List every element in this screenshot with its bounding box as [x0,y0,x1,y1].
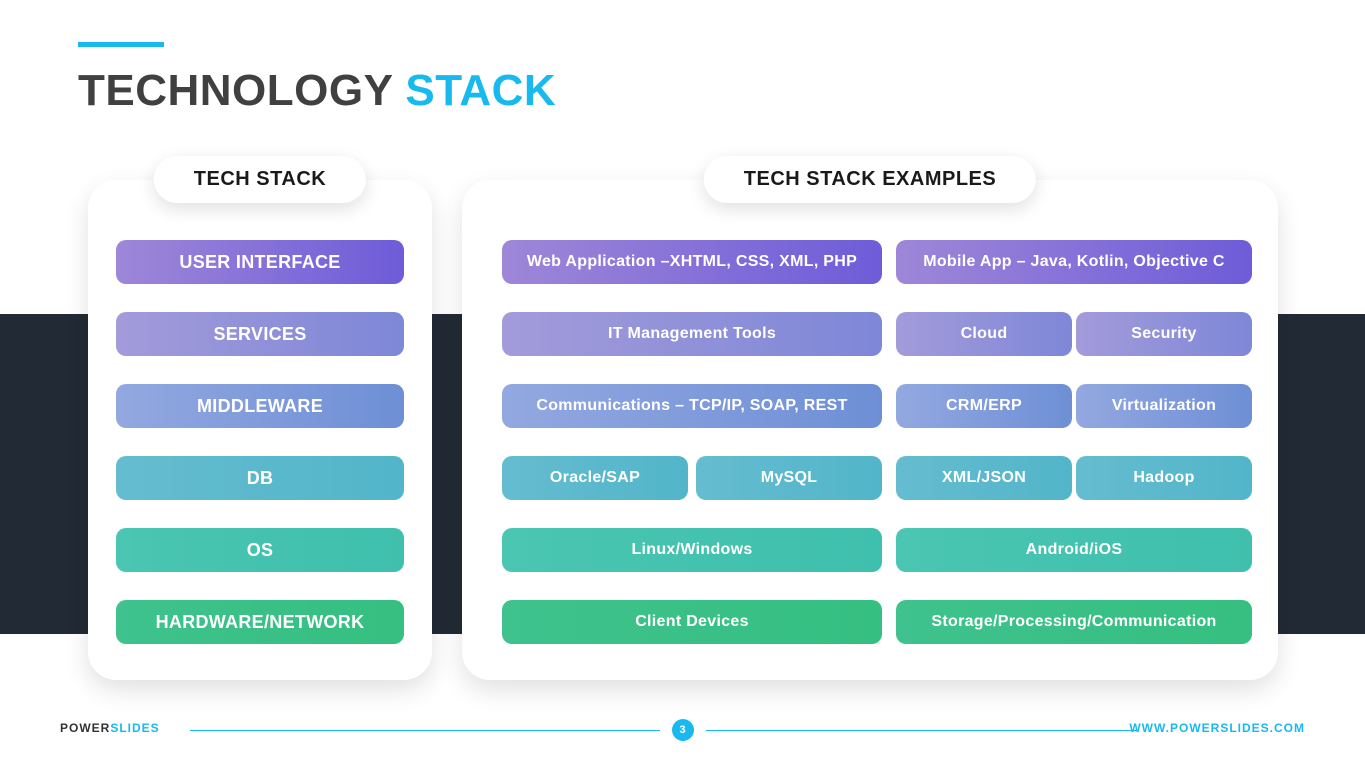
title-accent-bar [78,42,164,47]
example-middleware-crm: CRM/ERP [896,384,1072,428]
title-word-1: TECHNOLOGY [78,66,393,115]
slide-footer: POWERSLIDES 3 WWW.POWERSLIDES.COM [0,715,1365,745]
example-hw-client: Client Devices [502,600,882,644]
stack-layer-middleware: MIDDLEWARE [116,384,404,428]
tech-stack-card: TECH STACK USER INTERFACE SERVICES MIDDL… [88,180,432,680]
example-ui-mobile: Mobile App – Java, Kotlin, Objective C [896,240,1252,284]
slide: TECHNOLOGY STACK TECH STACK USER INTERFA… [0,0,1365,767]
example-os-android: Android/iOS [896,528,1252,572]
example-middleware-virt: Virtualization [1076,384,1252,428]
stack-layer-hardware: HARDWARE/NETWORK [116,600,404,644]
footer-line-left [190,730,660,731]
stack-layer-db: DB [116,456,404,500]
title-word-2: STACK [405,66,556,115]
footer-brand: POWERSLIDES [60,721,160,735]
stack-layer-services: SERVICES [116,312,404,356]
tech-stack-examples-card: TECH STACK EXAMPLES Web Application –XHT… [462,180,1278,680]
stack-layer-os: OS [116,528,404,572]
footer-url: WWW.POWERSLIDES.COM [1129,721,1305,735]
example-os-linux: Linux/Windows [502,528,882,572]
example-hw-storage: Storage/Processing/Communication [896,600,1252,644]
example-services-it: IT Management Tools [502,312,882,356]
example-db-hadoop: Hadoop [1076,456,1252,500]
example-db-xmljson: XML/JSON [896,456,1072,500]
example-middleware-comm: Communications – TCP/IP, SOAP, REST [502,384,882,428]
example-ui-web: Web Application –XHTML, CSS, XML, PHP [502,240,882,284]
page-number: 3 [672,719,694,741]
example-services-security: Security [1076,312,1252,356]
example-db-mysql: MySQL [696,456,882,500]
footer-brand-second: SLIDES [110,721,159,735]
slide-title: TECHNOLOGY STACK [78,66,556,116]
example-services-cloud: Cloud [896,312,1072,356]
tech-stack-examples-title: TECH STACK EXAMPLES [704,156,1036,203]
footer-line-right [706,730,1136,731]
tech-stack-card-title: TECH STACK [154,156,366,203]
stack-layer-ui: USER INTERFACE [116,240,404,284]
example-db-oracle: Oracle/SAP [502,456,688,500]
footer-brand-first: POWER [60,721,110,735]
